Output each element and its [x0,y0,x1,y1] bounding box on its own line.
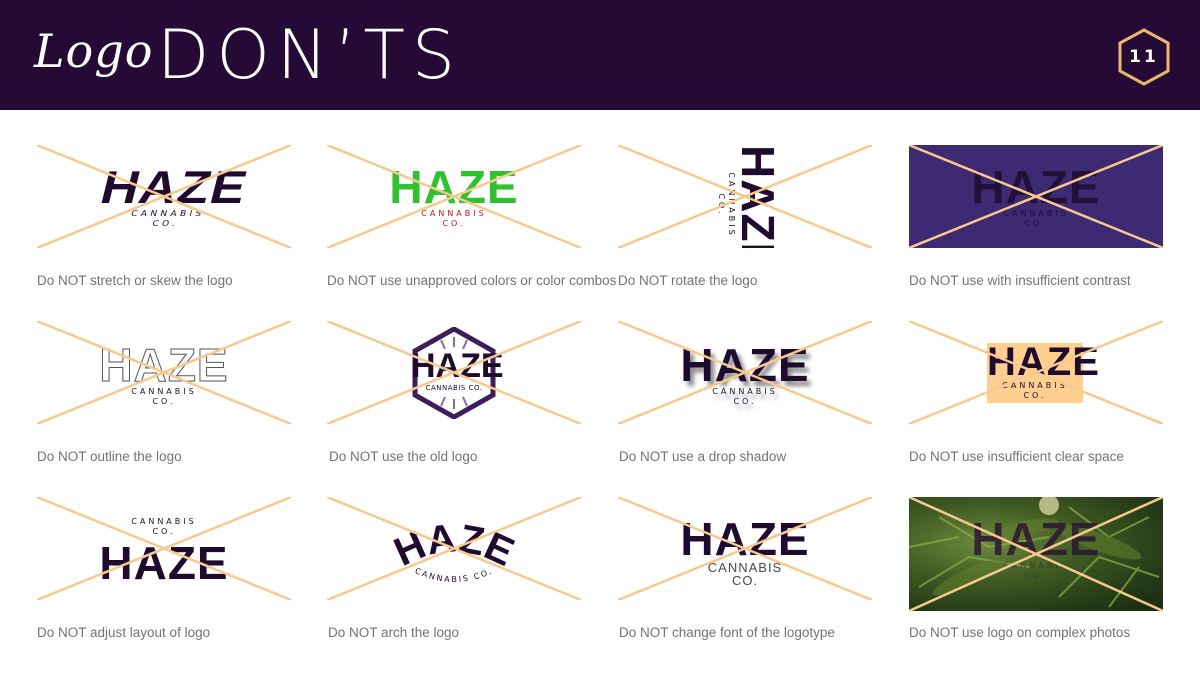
tile-caption: Do NOT use with insufficient contrast [909,273,1131,288]
example-frame: HAZE CANNABIS CO. [327,497,581,600]
cross-out-icon [37,145,291,248]
cross-out-icon [37,321,291,424]
example-frame: HAZE CANNABIS CO. [618,321,872,424]
example-frame: HAZE CANNABIS CO. [327,321,581,424]
example-frame: HAZE CANNABIS CO. [909,321,1163,424]
tile-colors: HAZE CANNABIS CO. Do NOT use unapproved … [327,145,616,295]
tile-caption: Do NOT adjust layout of logo [37,625,211,640]
cross-out-icon [909,145,1163,248]
cross-out-icon [618,497,872,600]
tile-caption: Do NOT use insufficient clear space [909,449,1124,464]
tile-layout: CANNABIS CO. HAZE Do NOT adjust layout o… [37,497,291,647]
page-number: 11 [1129,47,1159,67]
cross-out-icon [327,145,581,248]
example-frame: HAZE CANNABIS CO. [327,145,581,248]
cross-out-icon [618,145,872,248]
tile-complex-photo: HAZE CANNABIS CO. Do NOT use logo on com… [909,497,1163,647]
tile-caption: Do NOT use the old logo [329,449,478,464]
tile-stretch: HAZE CANNABIS CO. Do NOT stretch or skew… [37,145,291,295]
tile-drop-shadow: HAZE CANNABIS CO. Do NOT use a drop shad… [618,321,872,471]
title-script: Logo [34,24,154,78]
tile-caption: Do NOT outline the logo [37,449,182,464]
example-frame: HAZE CANNABIS CO. [909,145,1163,248]
tile-caption: Do NOT use unapproved colors or color co… [327,273,617,288]
example-frame: HAZE CANNABIS CO. [37,145,291,248]
example-frame: HAZE CANNABIS CO. [618,145,872,248]
tile-font: HAZE CANNABIS CO. Do NOT change font of … [618,497,872,647]
tile-caption: Do NOT use a drop shadow [619,449,787,464]
cross-out-icon [909,497,1163,611]
example-frame: HAZE CANNABIS CO. [618,497,872,600]
tile-caption: Do NOT stretch or skew the logo [37,273,233,288]
cross-out-icon [327,497,581,600]
page-title: DON’TS [157,16,463,95]
example-frame: CANNABIS CO. HAZE [37,497,291,600]
example-frame: HAZE CANNABIS CO. [37,321,291,424]
tile-rotate: HAZE CANNABIS CO. Do NOT rotate the logo [618,145,872,295]
cross-out-icon [37,497,291,600]
page-number-badge: 11 [1116,27,1172,87]
tile-clear-space: HAZE CANNABIS CO. Do NOT use insufficien… [909,321,1163,471]
cross-out-icon [327,321,581,424]
tile-old-logo: HAZE CANNABIS CO. Do NOT use the old log… [327,321,581,471]
tile-contrast: HAZE CANNABIS CO. Do NOT use with insuff… [909,145,1163,295]
slide-header: Logo DON’TS 11 [0,0,1200,110]
example-frame: HAZE CANNABIS CO. [909,497,1163,611]
cross-out-icon [618,321,872,424]
tile-caption: Do NOT arch the logo [328,625,460,640]
tile-caption: Do NOT rotate the logo [618,273,758,288]
tile-arch: HAZE CANNABIS CO. Do NOT arch the logo [327,497,581,647]
tile-outline: HAZE CANNABIS CO. Do NOT outline the log… [37,321,291,471]
cross-out-icon [909,321,1163,424]
tile-caption: Do NOT change font of the logotype [619,625,835,640]
tile-caption: Do NOT use logo on complex photos [909,625,1131,640]
